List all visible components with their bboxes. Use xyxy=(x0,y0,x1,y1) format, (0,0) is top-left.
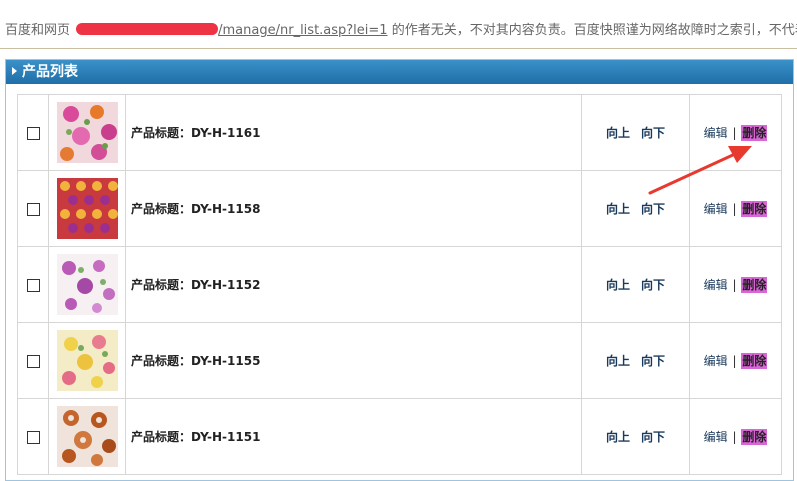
table-row: 产品标题：DY-H-1151 向上 向下 编辑 | 删除 xyxy=(17,398,782,475)
product-title: 产品标题：DY-H-1151 xyxy=(125,398,582,475)
move-down-link[interactable]: 向下 xyxy=(641,202,665,216)
product-title: 产品标题：DY-H-1158 xyxy=(125,170,582,247)
product-table: 产品标题：DY-H-1161 向上 向下 编辑 | 删除 产品标题：DY-H-11… xyxy=(17,94,782,475)
delete-link[interactable]: 删除 xyxy=(741,429,768,445)
product-thumbnail xyxy=(56,178,118,239)
product-thumbnail xyxy=(56,102,118,163)
product-thumbnail xyxy=(56,330,118,391)
move-up-link[interactable]: 向上 xyxy=(606,430,630,444)
move-down-link[interactable]: 向下 xyxy=(641,354,665,368)
edit-link[interactable]: 编辑 xyxy=(704,202,728,216)
move-up-link[interactable]: 向上 xyxy=(606,126,630,140)
source-link[interactable]: /manage/nr_list.asp?lei=1 xyxy=(74,23,388,38)
edit-link[interactable]: 编辑 xyxy=(704,430,728,444)
separator: | xyxy=(732,202,737,216)
notice-prefix: 百度和网页 xyxy=(5,23,75,38)
product-thumbnail xyxy=(56,254,118,315)
notice-suffix: 的作者无关，不对其内容负责。百度快照谨为网络故障时之索引，不代表被 xyxy=(387,23,797,38)
delete-link[interactable]: 删除 xyxy=(741,125,768,141)
row-checkbox[interactable] xyxy=(26,279,40,292)
edit-link[interactable]: 编辑 xyxy=(704,354,728,368)
table-row: 产品标题：DY-H-1152 向上 向下 编辑 | 删除 xyxy=(17,246,782,323)
separator: | xyxy=(732,430,737,444)
separator: | xyxy=(732,278,737,292)
table-row: 产品标题：DY-H-1155 向上 向下 编辑 | 删除 xyxy=(17,322,782,399)
edit-link[interactable]: 编辑 xyxy=(704,126,728,140)
delete-link[interactable]: 删除 xyxy=(741,201,768,217)
table-row: 产品标题：DY-H-1158 向上 向下 编辑 | 删除 xyxy=(17,170,782,247)
move-up-link[interactable]: 向上 xyxy=(606,202,630,216)
delete-link[interactable]: 删除 xyxy=(741,277,768,293)
edit-link[interactable]: 编辑 xyxy=(704,278,728,292)
product-thumbnail xyxy=(56,406,118,467)
product-title: 产品标题：DY-H-1161 xyxy=(125,94,582,171)
move-up-link[interactable]: 向上 xyxy=(606,278,630,292)
triangle-right-icon xyxy=(12,67,17,75)
product-title: 产品标题：DY-H-1155 xyxy=(125,322,582,399)
product-list-panel: 产品列表 产品标题：DY-H-1161 向上 向下 编辑 | 删除 产品标题：D… xyxy=(5,59,794,481)
row-checkbox[interactable] xyxy=(26,203,40,216)
panel-title: 产品列表 xyxy=(22,64,78,80)
row-checkbox[interactable] xyxy=(26,127,40,140)
table-row: 产品标题：DY-H-1161 向上 向下 编辑 | 删除 xyxy=(17,94,782,171)
row-checkbox[interactable] xyxy=(26,431,40,444)
product-title: 产品标题：DY-H-1152 xyxy=(125,246,582,323)
move-up-link[interactable]: 向上 xyxy=(606,354,630,368)
row-checkbox[interactable] xyxy=(26,355,40,368)
move-down-link[interactable]: 向下 xyxy=(641,278,665,292)
delete-link[interactable]: 删除 xyxy=(741,353,768,369)
panel-header: 产品列表 xyxy=(6,60,793,84)
move-down-link[interactable]: 向下 xyxy=(641,430,665,444)
separator: | xyxy=(732,354,737,368)
snapshot-notice-bar: 百度和网页 /manage/nr_list.asp?lei=1 的作者无关，不对… xyxy=(0,0,797,49)
redaction-mark xyxy=(76,23,219,35)
separator: | xyxy=(732,126,737,140)
move-down-link[interactable]: 向下 xyxy=(641,126,665,140)
